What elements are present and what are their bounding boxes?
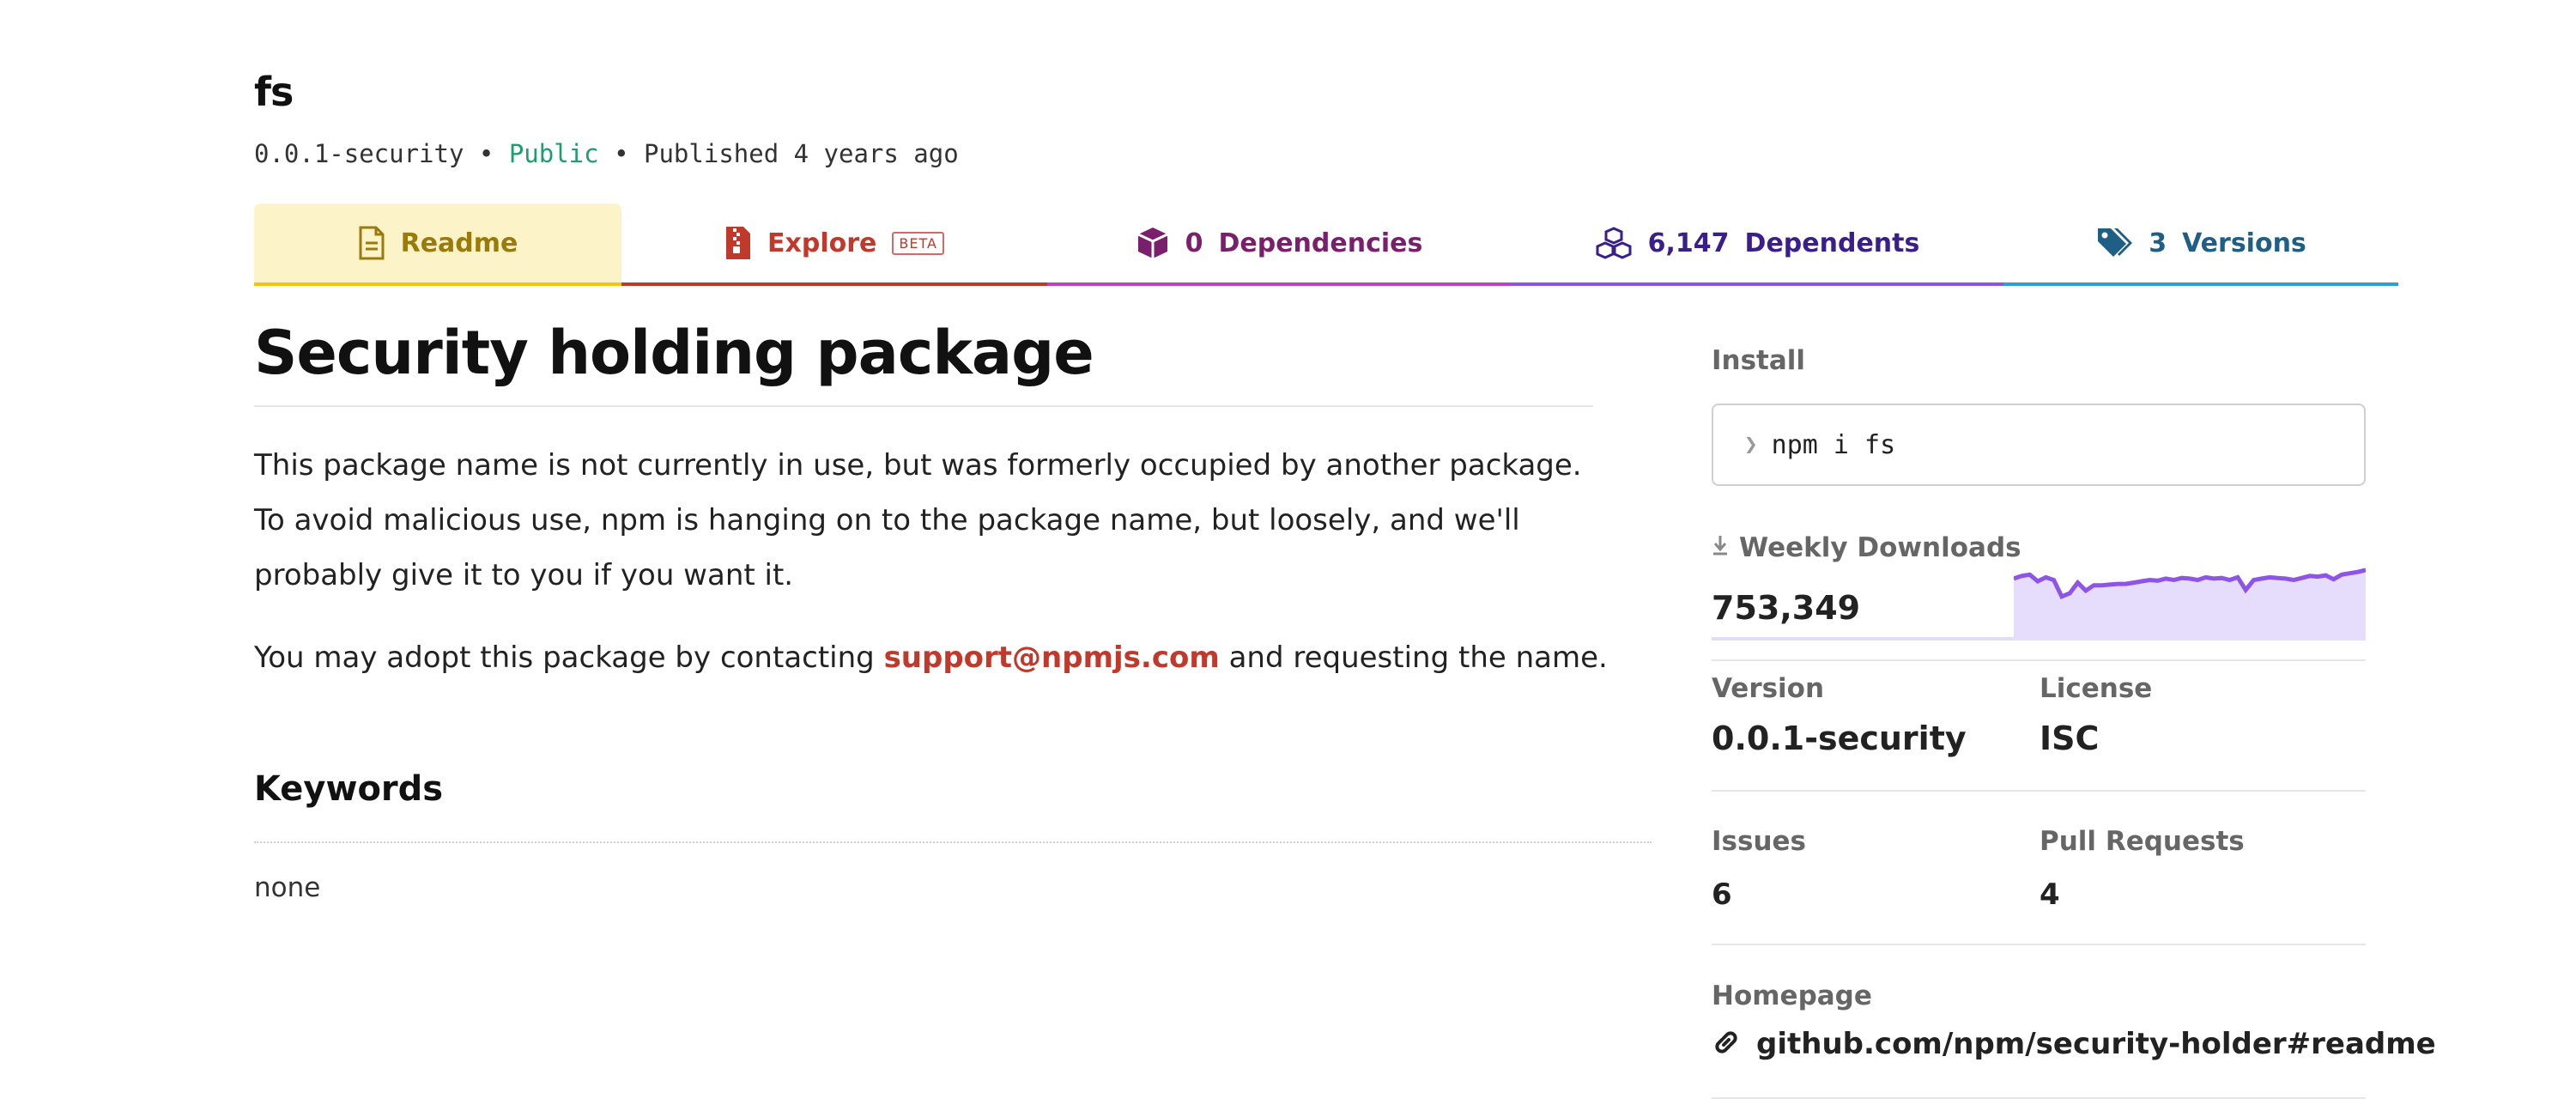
adopt-text-after: and requesting the name. <box>1219 641 1608 675</box>
sidebar-divider <box>1712 659 2366 661</box>
downloads-sparkline <box>2014 568 2366 641</box>
keywords-value: none <box>254 872 321 903</box>
dependents-count: 6,147 <box>1647 228 1730 258</box>
sidebar-divider <box>1712 790 2366 792</box>
license-label: License <box>2040 673 2153 704</box>
tab-versions[interactable]: 3 Versions <box>2003 203 2398 286</box>
pull-requests-label: Pull Requests <box>2040 826 2245 857</box>
issues-label: Issues <box>1712 826 1806 857</box>
keywords-heading: Keywords <box>254 769 444 809</box>
published-date: Published 4 years ago <box>644 139 959 168</box>
version-label: Version <box>1712 673 1825 704</box>
version-value: 0.0.1-security <box>1712 719 1967 757</box>
tab-dependents-label: Dependents <box>1744 228 1920 258</box>
download-icon <box>1712 532 1729 563</box>
tags-icon <box>2095 226 2133 260</box>
package-name: fs <box>254 69 294 115</box>
tab-readme-label: Readme <box>400 228 518 258</box>
versions-count: 3 <box>2149 228 2167 258</box>
tab-readme[interactable]: Readme <box>254 203 621 286</box>
beta-badge: BETA <box>892 231 944 255</box>
dependencies-count: 0 <box>1185 228 1203 258</box>
title-divider <box>254 405 1593 407</box>
tab-dependencies[interactable]: 0 Dependencies <box>1047 203 1511 286</box>
homepage-url[interactable]: github.com/npm/security-holder#readme <box>1756 1027 2436 1061</box>
readme-paragraph: This package name is not currently in us… <box>254 448 1582 592</box>
homepage-label: Homepage <box>1712 981 1872 1011</box>
link-icon <box>1712 1028 1741 1060</box>
zip-file-icon <box>724 225 752 261</box>
weekly-downloads-label: Weekly Downloads <box>1712 532 2021 563</box>
install-command-box[interactable]: ❯ npm i fs <box>1712 404 2366 486</box>
readme-title: Security holding package <box>254 318 1094 388</box>
weekly-downloads-value: 753,349 <box>1712 589 1861 627</box>
package-meta: 0.0.1-security • Public • Published 4 ye… <box>254 139 959 168</box>
meta-separator: • <box>478 139 494 168</box>
weekly-downloads-text: Weekly Downloads <box>1739 532 2021 563</box>
downloads-underline <box>1712 637 2014 641</box>
license-value: ISC <box>2040 719 2100 757</box>
tab-explore-label: Explore <box>767 228 877 258</box>
readme-paragraph-adopt: You may adopt this package by contacting… <box>254 634 1679 682</box>
install-label: Install <box>1712 345 1806 376</box>
install-command: npm i fs <box>1771 429 1896 460</box>
pull-requests-value[interactable]: 4 <box>2040 877 2060 912</box>
tab-versions-label: Versions <box>2182 228 2306 258</box>
issues-value[interactable]: 6 <box>1712 877 1732 912</box>
prompt-icon: ❯ <box>1744 432 1758 458</box>
keywords-divider <box>254 841 1652 843</box>
sidebar-divider <box>1712 1097 2366 1099</box>
boxes-icon <box>1595 226 1633 260</box>
package-version: 0.0.1-security <box>254 139 464 168</box>
box-icon <box>1136 226 1170 260</box>
tab-dependencies-label: Dependencies <box>1218 228 1423 258</box>
adopt-text-before: You may adopt this package by contacting <box>254 641 884 675</box>
sidebar-divider <box>1712 944 2366 945</box>
meta-separator: • <box>614 139 629 168</box>
tab-dependents[interactable]: 6,147 Dependents <box>1511 203 2003 286</box>
homepage-link[interactable]: github.com/npm/security-holder#readme <box>1712 1027 2436 1061</box>
tab-explore[interactable]: Explore BETA <box>621 203 1047 286</box>
visibility-badge: Public <box>508 139 599 168</box>
support-email-link[interactable]: support@npmjs.com <box>884 641 1220 675</box>
document-icon <box>358 226 385 260</box>
